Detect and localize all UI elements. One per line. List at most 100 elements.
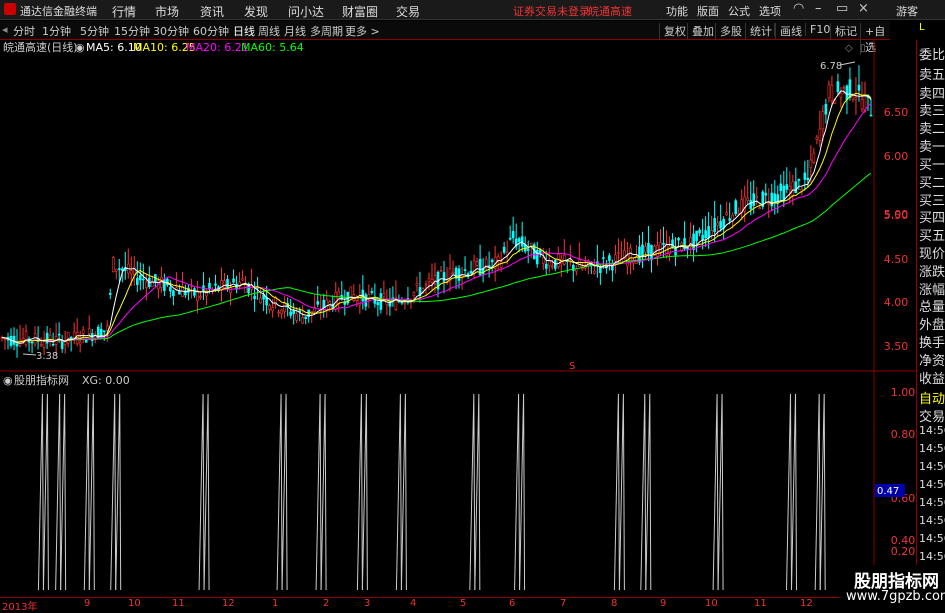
panel-label: 换手: [919, 336, 945, 351]
candle-body: [382, 293, 386, 297]
legend-ma-icon[interactable]: ◉: [75, 41, 85, 54]
tick-time: 14:56: [919, 532, 945, 545]
ind-axis: 1.00 0.80 0.60 0.40 0.20: [891, 386, 916, 558]
candle-body: [214, 283, 217, 286]
period-30min[interactable]: 30分钟: [153, 23, 189, 39]
signal-spike: [315, 393, 322, 591]
candle-body: [289, 311, 292, 316]
candle-body: [749, 200, 753, 209]
menu-wealth[interactable]: 财富圈: [342, 3, 378, 20]
candle-body: [129, 270, 133, 275]
menu-quotes[interactable]: 行情: [112, 3, 136, 20]
tool-stats[interactable]: 统计: [745, 23, 772, 39]
candle-body: [66, 331, 70, 344]
signal-spike: [712, 393, 719, 591]
collapse-icon[interactable]: ◂: [2, 23, 8, 36]
candle-body: [193, 288, 196, 296]
ind-tick: 0.80: [891, 428, 916, 441]
candle-body: [142, 278, 145, 281]
period-weekly[interactable]: 周线: [258, 23, 280, 39]
candle-body: [556, 254, 560, 268]
scroll-icon[interactable]: ▯: [860, 43, 866, 54]
tool-adjust[interactable]: 复权: [659, 23, 686, 39]
menu-market[interactable]: 市场: [155, 3, 179, 20]
period-15min[interactable]: 15分钟: [114, 23, 150, 39]
candle-body: [337, 291, 341, 304]
menu-news[interactable]: 资讯: [200, 3, 224, 20]
period-timeline[interactable]: 分时: [13, 23, 35, 39]
menu-function[interactable]: 功能: [666, 3, 688, 19]
user-label[interactable]: 游客: [896, 3, 918, 19]
tool-draw[interactable]: 画线: [775, 23, 802, 39]
menu-discover[interactable]: 发现: [244, 3, 268, 20]
low-price-label: 3.38: [36, 351, 58, 362]
candle-body: [827, 84, 831, 99]
tool-mark[interactable]: 标记: [830, 23, 857, 39]
headset-icon[interactable]: ◠: [793, 1, 804, 16]
minimize-icon[interactable]: –: [815, 1, 822, 16]
event-marker[interactable]: S: [569, 361, 575, 372]
close-icon[interactable]: ×: [858, 1, 869, 16]
candle-body: [139, 275, 142, 281]
menu-layout[interactable]: 版面: [697, 3, 719, 19]
tick-time: 14:56: [919, 442, 945, 455]
maximize-icon[interactable]: ▭: [836, 1, 848, 16]
candle-body: [241, 278, 244, 281]
time-tick: 11: [172, 598, 185, 609]
period-monthly[interactable]: 月线: [284, 23, 306, 39]
signal-spike: [42, 393, 49, 591]
signal-spike: [613, 393, 620, 591]
kline-chart[interactable]: 6.50 6.00 5.50 5.00 4.50 4.00 3.50 皖通高速(…: [0, 40, 916, 372]
trade-label[interactable]: 交易: [919, 406, 945, 425]
candle-body: [821, 111, 825, 130]
period-1min[interactable]: 1分钟: [42, 23, 71, 39]
candle-body: [108, 292, 112, 295]
candle-body: [271, 307, 274, 312]
diamond-icon[interactable]: ◇: [845, 43, 853, 54]
candle-body: [102, 330, 106, 333]
menu-trade[interactable]: 交易: [396, 3, 420, 20]
signal-spike: [83, 393, 90, 591]
signal-spike: [60, 393, 67, 591]
candle-body: [520, 236, 524, 247]
candle-body: [629, 247, 632, 263]
tool-overlay[interactable]: 叠加: [687, 23, 714, 39]
ind-title: 股朋指标网: [14, 373, 69, 387]
auto-trade-label[interactable]: 自动: [919, 388, 945, 407]
candle-body: [710, 230, 713, 236]
candle-body: [415, 283, 419, 286]
tool-multi-stock[interactable]: 多股: [715, 23, 742, 39]
settings-icon[interactable]: ◉: [3, 374, 13, 387]
menu-ask[interactable]: 问小达: [288, 3, 324, 20]
panel-top-label: L: [919, 22, 925, 33]
menu-formula[interactable]: 公式: [728, 3, 750, 19]
period-more[interactable]: 更多 >: [345, 23, 380, 39]
candle-body: [791, 181, 795, 197]
candle-body: [550, 265, 554, 268]
candle-body: [809, 159, 813, 168]
candle-body: [301, 317, 304, 324]
watermark: 股朋指标网 www.7gpzb.com: [840, 565, 945, 609]
time-tick: 2013年: [2, 602, 38, 613]
period-bar: ◂ 分时 1分钟 5分钟 15分钟 30分钟 60分钟 日线 周线 月线 多周期…: [0, 21, 890, 55]
candle-body: [439, 270, 443, 272]
period-multi[interactable]: 多周期: [310, 23, 343, 39]
candle-body: [755, 195, 759, 198]
panel-label: 卖二: [919, 122, 945, 137]
period-60min[interactable]: 60分钟: [193, 23, 229, 39]
menu-options[interactable]: 选项: [759, 3, 781, 19]
period-daily[interactable]: 日线: [233, 23, 255, 39]
period-5min[interactable]: 5分钟: [80, 23, 109, 39]
candle-body: [824, 104, 828, 115]
candle-body: [226, 278, 229, 289]
time-tick: 5: [460, 598, 467, 609]
indicator-chart[interactable]: ◉ 股朋指标网 XG: 0.00 1.00 0.80 0.60 0.40 0.2…: [0, 372, 916, 597]
tool-f10[interactable]: F10: [805, 23, 830, 36]
signal-spike: [320, 393, 327, 591]
candle-body: [117, 268, 121, 270]
candle-body: [499, 261, 503, 268]
time-tick: 10: [128, 598, 141, 609]
login-warning[interactable]: 证券交易未登录: [513, 3, 590, 19]
candle-body: [812, 152, 816, 163]
candle-body: [370, 291, 374, 294]
